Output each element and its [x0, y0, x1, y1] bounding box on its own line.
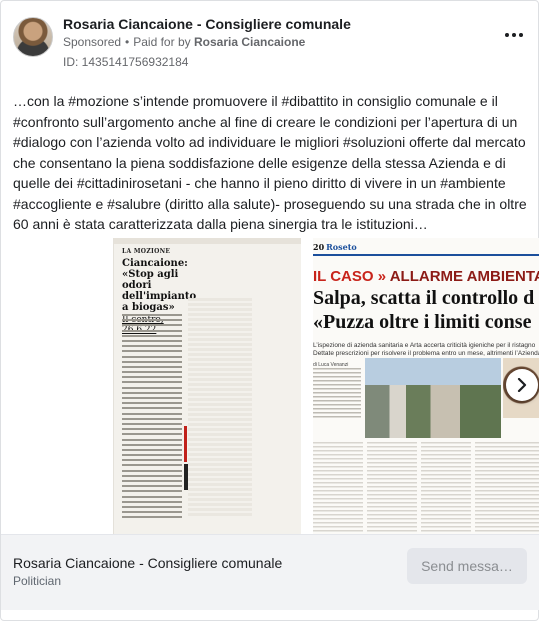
chevron-right-icon [517, 378, 527, 392]
post-footer: Rosaria Ciancaione - Consigliere comunal… [1, 534, 539, 610]
clipping-2-page-header: 20 Roseto [313, 242, 357, 252]
ad-id: ID: 1435141756932184 [63, 55, 189, 69]
column-gutter [417, 442, 421, 534]
clipping-1-red-bar [184, 426, 187, 462]
footer-page-category: Politician [13, 574, 62, 588]
post-text: …con la #mozione s’intende promuovere il… [13, 93, 527, 232]
separator-dot: • [125, 35, 130, 49]
clipping-1-dark-bar [184, 464, 188, 490]
clipping-1-column [188, 298, 252, 518]
sponsored-label: Sponsored [63, 35, 122, 49]
clipping-top-rule [114, 238, 301, 244]
column-gutter [363, 442, 367, 534]
clipping-2-text-column [313, 368, 361, 418]
clipping-1-body-text [122, 314, 182, 522]
post-header: Rosaria Ciancaione - Consigliere comunal… [13, 13, 526, 73]
send-message-button[interactable]: Send messa… [407, 548, 527, 584]
clipping-2-body-text [313, 442, 539, 534]
clipping-1-kicker: LA MOZIONE [122, 248, 171, 255]
clipping-2-deck: L’ispezione di azienda sanitaria e Arta … [313, 342, 539, 357]
more-options-button[interactable] [502, 27, 526, 43]
more-horizontal-icon [505, 33, 509, 37]
avatar[interactable] [13, 17, 53, 57]
clipping-2-headline: Salpa, scatta il controllo d «Puzza oltr… [313, 287, 535, 333]
clipping-2-photo [365, 358, 501, 438]
newspaper-clipping-1[interactable]: LA MOZIONE Ciancaione: «Stop agli odori … [113, 238, 301, 534]
sponsored-post-card: Rosaria Ciancaione - Consigliere comunal… [0, 0, 539, 621]
more-horizontal-icon [512, 33, 516, 37]
column-gutter [471, 442, 475, 534]
clipping-1-headline: Ciancaione: «Stop agli odori dell'impian… [122, 258, 197, 313]
paid-for-by-name: Rosaria Ciancaione [193, 35, 306, 49]
paid-for-prefix: Paid for by [133, 35, 191, 49]
sponsorship-line: Sponsored • Paid for by Rosaria Ciancaione [63, 35, 305, 49]
clipping-2-top-rule [313, 254, 539, 256]
more-horizontal-icon [519, 33, 523, 37]
clipping-2-section-label: IL CASO » ALLARME AMBIENTALE [313, 268, 539, 285]
author-name[interactable]: Rosaria Ciancaione - Consigliere comunal… [63, 16, 351, 32]
footer-page-name[interactable]: Rosaria Ciancaione - Consigliere comunal… [13, 555, 282, 571]
carousel-next-button[interactable] [506, 369, 538, 401]
post-media-carousel[interactable]: LA MOZIONE Ciancaione: «Stop agli odori … [1, 238, 539, 534]
